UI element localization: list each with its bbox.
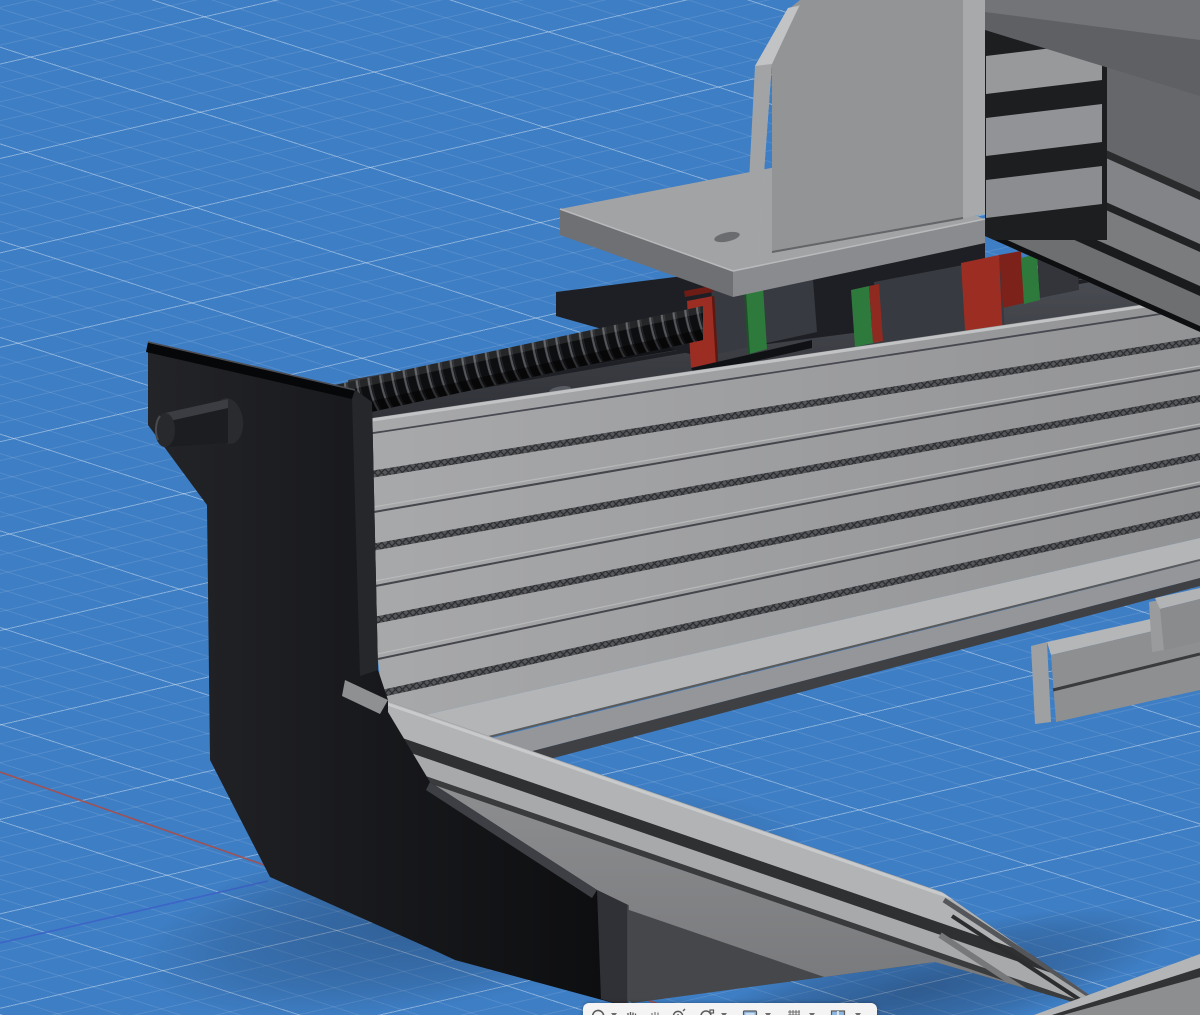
fit-icon[interactable]	[697, 1007, 715, 1015]
orbit-icon[interactable]	[589, 1007, 607, 1015]
model-scene	[0, 0, 1200, 1015]
navigation-toolbar[interactable]	[583, 1003, 877, 1015]
zoom-icon[interactable]	[670, 1007, 688, 1015]
grid-snaps-icon[interactable]	[785, 1007, 803, 1015]
look-at-icon[interactable]	[647, 1007, 665, 1015]
display-settings-icon[interactable]	[741, 1007, 759, 1015]
viewports-icon[interactable]	[829, 1007, 847, 1015]
motor-mount-bracket[interactable]	[560, 0, 985, 297]
cad-viewport[interactable]	[0, 0, 1200, 1015]
pan-icon[interactable]	[623, 1007, 641, 1015]
